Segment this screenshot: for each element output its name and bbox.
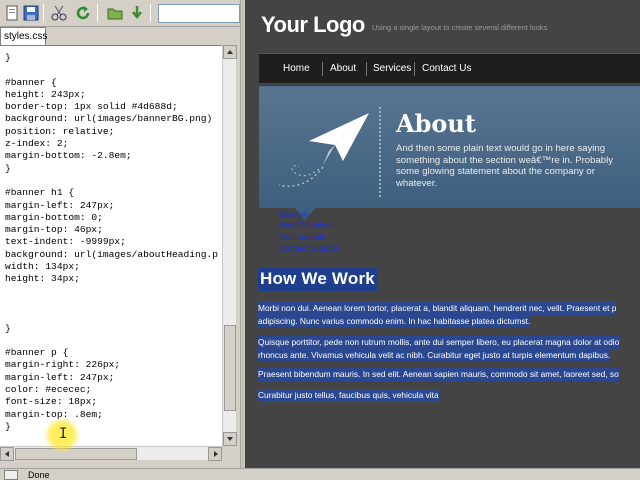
code-text-area[interactable]: } #banner {height: 243px; border-top: 1px …	[0, 45, 222, 446]
about-banner: About And then some plain text would go …	[259, 86, 640, 208]
code-line: margin-top: 46px;	[5, 224, 103, 236]
paragraph-2: Quisque porttitor, pede non rutrum molli…	[258, 336, 640, 362]
download-arrow-icon[interactable]	[128, 4, 146, 22]
save-icon[interactable]	[22, 4, 40, 22]
editor-toolbar	[0, 0, 240, 27]
vertical-scrollbar[interactable]	[222, 45, 237, 446]
nav-services[interactable]: Services	[373, 63, 411, 74]
code-line: margin-top: .8em;	[5, 408, 103, 420]
cut-icon[interactable]	[50, 4, 68, 22]
code-line: width: 134px;	[5, 261, 80, 273]
paragraph-line: Morbi non dui. Aenean lorem tortor, plac…	[258, 302, 617, 315]
code-line: height: 243px;	[5, 88, 86, 100]
scroll-right-button[interactable]	[208, 447, 222, 461]
section-heading: How We Work	[258, 268, 377, 291]
code-line: background: url(images/bannerBG.png)	[5, 113, 213, 125]
scroll-up-button[interactable]	[223, 45, 237, 59]
status-bar: Done	[0, 468, 640, 480]
subnav-links: Mission How We Work Testimonials Contact…	[279, 209, 340, 255]
code-line: #banner p {	[5, 347, 69, 359]
code-line: margin-right: 226px;	[5, 359, 121, 371]
editor-tab-bar: styles.css	[0, 27, 240, 45]
code-line: margin-left: 247px;	[5, 199, 115, 211]
status-text: Done	[28, 470, 50, 480]
refresh-icon[interactable]	[74, 4, 92, 22]
toolbar-search-input[interactable]	[158, 4, 240, 23]
site-logo[interactable]: Your Logo	[261, 12, 365, 38]
open-folder-icon[interactable]	[106, 4, 124, 22]
code-line: #banner {	[5, 76, 57, 88]
banner-paragraph: And then some plain text would go in her…	[396, 143, 614, 189]
banner-heading: About	[396, 109, 476, 138]
paragraph-4: Curabitur justo tellus, faucibus quis, v…	[258, 389, 640, 402]
site-header: Your Logo Using a single layout to creat…	[245, 0, 640, 52]
link-testimonials[interactable]: Testimonials	[279, 232, 326, 243]
paragraph-line: adipiscing. Nunc varius commodo enim. In…	[258, 314, 531, 328]
code-line: font-size: 18px;	[5, 396, 98, 408]
banner-divider	[379, 107, 381, 197]
site-nav: Home About Services Contact Us	[259, 53, 640, 83]
nav-contact-us[interactable]: Contact Us	[422, 63, 471, 74]
code-line: #banner h1 {	[5, 187, 75, 199]
link-contact-support[interactable]: Contact Support	[279, 243, 340, 254]
code-line: }	[5, 322, 11, 334]
browser-preview-pane: Your Logo Using a single layout to creat…	[245, 0, 640, 468]
code-line: margin-bottom: 0;	[5, 211, 103, 223]
code-line: z-index: 2;	[5, 138, 69, 150]
link-mission[interactable]: Mission	[279, 209, 308, 220]
code-line: color: #ececec;	[5, 384, 92, 396]
vertical-scroll-thumb[interactable]	[224, 325, 236, 411]
code-line: margin-bottom: -2.8em;	[5, 150, 132, 162]
paragraph-3: Praesent bibendum mauris. In sed elit. A…	[258, 368, 640, 381]
horizontal-scroll-thumb[interactable]	[15, 448, 137, 460]
nav-about[interactable]: About	[330, 63, 356, 74]
nav-home[interactable]: Home	[283, 63, 310, 74]
css-editor-pane: styles.css } #banner {height: 243px; borde…	[0, 0, 240, 468]
code-line: height: 34px;	[5, 273, 80, 285]
text-cursor-icon: I	[59, 426, 68, 442]
code-line: position: relative;	[5, 125, 115, 137]
scroll-left-button[interactable]	[0, 447, 14, 461]
code-line: background: url(images/aboutHeading.p	[5, 248, 219, 260]
paragraph-line: Praesent bibendum mauris. In sed elit. A…	[258, 368, 619, 381]
code-line: border-top: 1px solid #4d688d;	[5, 101, 178, 113]
paragraph-line: Curabitur justo tellus, faucibus quis, v…	[258, 389, 439, 402]
link-how-we-work[interactable]: How We Work	[279, 220, 333, 231]
paragraph-line: Quisque porttitor, pede non rutrum molli…	[258, 336, 620, 349]
code-line: margin-left: 247px;	[5, 371, 115, 383]
paragraph-line: rhoncus ante. Vivamus vehicula velit ac …	[258, 348, 611, 362]
code-line: }	[5, 52, 11, 63]
page-status-icon	[4, 470, 18, 480]
code-line: }	[5, 420, 11, 432]
new-file-icon[interactable]	[3, 4, 21, 22]
horizontal-scrollbar[interactable]	[0, 446, 222, 461]
paper-plane-icon	[278, 113, 369, 187]
tab-styles-css[interactable]: styles.css	[0, 27, 47, 45]
site-tagline: Using a single layout to create several …	[372, 23, 548, 32]
code-line: text-indent: -9999px;	[5, 236, 126, 248]
scroll-down-button[interactable]	[223, 432, 237, 446]
paragraph-1: Morbi non dui. Aenean lorem tortor, plac…	[258, 302, 640, 328]
code-line: }	[5, 162, 11, 174]
code-content: } #banner {height: 243px; border-top: 1px …	[0, 46, 222, 433]
